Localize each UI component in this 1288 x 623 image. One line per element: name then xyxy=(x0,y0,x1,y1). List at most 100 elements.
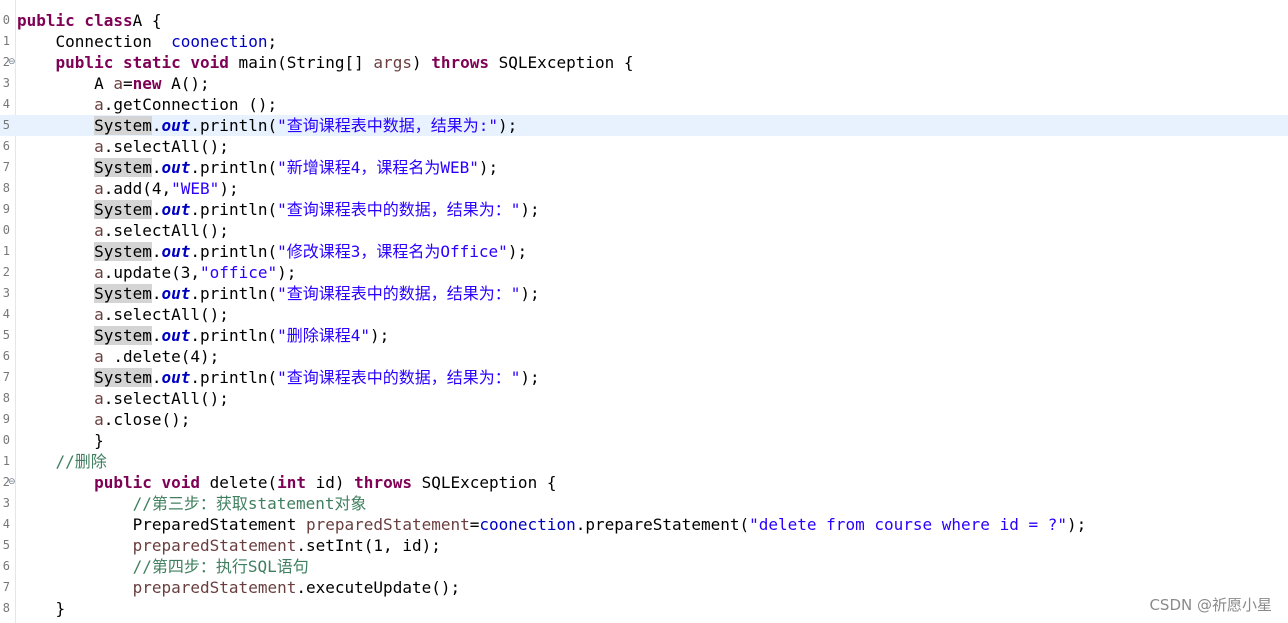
line-number: 4 xyxy=(2,307,10,321)
code-line[interactable]: 1 System.out.println("修改课程3，课程名为Office")… xyxy=(0,241,1288,262)
code-token: "查询课程表中的数据，结果为：" xyxy=(277,200,521,219)
code-line[interactable]: 7 System.out.println("查询课程表中的数据，结果为："); xyxy=(0,367,1288,388)
code-token: A { xyxy=(132,11,162,30)
code-editor[interactable]: 0 public classA {1 Connection coonection;… xyxy=(0,0,1288,623)
code-line[interactable]: 8 a.selectAll(); xyxy=(0,388,1288,409)
code-token: args xyxy=(373,53,412,72)
code-token: .close(); xyxy=(103,410,191,429)
code-line[interactable]: 9 a.close(); xyxy=(0,409,1288,430)
code-token: //第三步：获取statement对象 xyxy=(132,494,367,513)
code-line[interactable]: 2 ⊖ public static void main(String[] args… xyxy=(0,52,1288,73)
code-token: a xyxy=(94,95,104,114)
code-line[interactable]: 6 a .delete(4); xyxy=(0,346,1288,367)
line-number: 2 xyxy=(2,265,10,279)
code-line[interactable]: 2 a.update(3,"office"); xyxy=(0,262,1288,283)
code-token: .selectAll(); xyxy=(103,221,229,240)
code-line[interactable]: 0 public classA { xyxy=(0,10,1288,31)
code-token: PreparedStatement xyxy=(17,515,306,534)
code-line[interactable]: 5 System.out.println("查询课程表中数据，结果为:"); xyxy=(0,115,1288,136)
line-number: 5 xyxy=(2,328,10,342)
code-token: "修改课程3，课程名为Office" xyxy=(277,242,508,261)
code-text: //第四步：执行SQL语句 xyxy=(17,556,309,577)
code-token: System xyxy=(94,116,152,135)
code-token: throws xyxy=(354,473,412,492)
code-token: "delete from course where id = ?" xyxy=(749,515,1067,534)
code-token: preparedStatement xyxy=(132,536,297,555)
code-text: a.close(); xyxy=(17,409,190,430)
code-token: "office" xyxy=(200,263,278,282)
code-text: preparedStatement.executeUpdate(); xyxy=(17,577,461,598)
code-line[interactable]: 8 a.add(4,"WEB"); xyxy=(0,178,1288,199)
line-number: 0 xyxy=(2,433,10,447)
code-line[interactable]: 5 System.out.println("删除课程4"); xyxy=(0,325,1288,346)
code-line[interactable]: 9 System.out.println("查询课程表中的数据，结果为："); xyxy=(0,199,1288,220)
code-line[interactable]: 7 System.out.println("新增课程4，课程名为WEB"); xyxy=(0,157,1288,178)
line-number: 6 xyxy=(2,559,10,573)
code-token: A xyxy=(17,74,114,93)
code-token: System xyxy=(94,326,152,345)
line-number: 8 xyxy=(2,391,10,405)
code-text: a.add(4,"WEB"); xyxy=(17,178,239,199)
code-token: .prepareStatement( xyxy=(575,515,750,534)
code-line[interactable]: 2 ⊖ public void delete(int id) throws SQL… xyxy=(0,472,1288,493)
code-token: out xyxy=(161,326,191,345)
code-token: out xyxy=(161,368,191,387)
code-line[interactable]: 3 A a=new A(); xyxy=(0,73,1288,94)
fold-toggle-icon[interactable]: ⊖ xyxy=(8,472,16,493)
code-token: ); xyxy=(520,200,540,219)
code-token: . xyxy=(151,158,162,177)
code-line[interactable]: 5 preparedStatement.setInt(1, id); xyxy=(0,535,1288,556)
line-number: 4 xyxy=(2,97,10,111)
code-token: .selectAll(); xyxy=(103,305,229,324)
code-line[interactable]: 6 a.selectAll(); xyxy=(0,136,1288,157)
code-line[interactable]: 6 //第四步：执行SQL语句 xyxy=(0,556,1288,577)
line-number: 4 xyxy=(2,517,10,531)
code-line[interactable]: 1 Connection coonection; xyxy=(0,31,1288,52)
code-token: System xyxy=(94,242,152,261)
code-token: preparedStatement xyxy=(132,578,297,597)
line-number: 6 xyxy=(2,139,10,153)
code-line[interactable]: 3 System.out.println("查询课程表中的数据，结果为："); xyxy=(0,283,1288,304)
code-line[interactable]: 8 } xyxy=(0,598,1288,619)
code-line[interactable]: 3 //第三步：获取statement对象 xyxy=(0,493,1288,514)
code-token: .setInt(1, id); xyxy=(296,536,441,555)
code-token: ); xyxy=(277,263,297,282)
code-token: out xyxy=(161,116,191,135)
fold-toggle-icon[interactable]: ⊖ xyxy=(8,52,16,73)
code-token: . xyxy=(151,326,162,345)
code-text: a.selectAll(); xyxy=(17,304,229,325)
code-line[interactable]: 1 //删除 xyxy=(0,451,1288,472)
code-token: a xyxy=(94,410,104,429)
line-number: 3 xyxy=(2,76,10,90)
code-line[interactable]: 4 PreparedStatement preparedStatement=co… xyxy=(0,514,1288,535)
code-token: System xyxy=(94,284,152,303)
code-token: a xyxy=(113,74,123,93)
code-token: System xyxy=(94,200,152,219)
code-text: System.out.println("查询课程表中的数据，结果为："); xyxy=(17,283,540,304)
line-number: 9 xyxy=(2,412,10,426)
code-line[interactable]: 7 preparedStatement.executeUpdate(); xyxy=(0,577,1288,598)
code-line[interactable]: 0 a.selectAll(); xyxy=(0,220,1288,241)
code-text: public static void main(String[] args) t… xyxy=(17,52,634,73)
code-text: System.out.println("删除课程4"); xyxy=(17,325,389,346)
code-token: a xyxy=(94,263,104,282)
code-token: .println( xyxy=(190,368,278,387)
code-line[interactable]: 4 a.getConnection (); xyxy=(0,94,1288,115)
code-token: "新增课程4，课程名为WEB" xyxy=(277,158,479,177)
code-token: . xyxy=(151,284,162,303)
code-token: out xyxy=(161,200,191,219)
code-line[interactable]: 4 a.selectAll(); xyxy=(0,304,1288,325)
code-line[interactable]: 0 } xyxy=(0,430,1288,451)
